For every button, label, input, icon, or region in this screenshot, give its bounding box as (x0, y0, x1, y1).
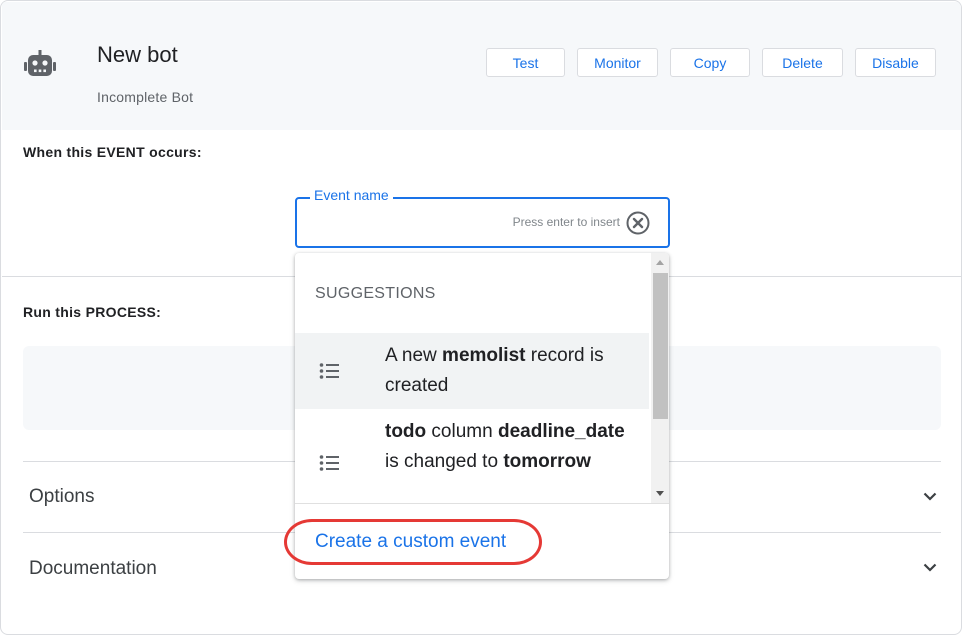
list-icon (319, 455, 339, 471)
suggestion-item[interactable]: todo column deadline_date is changed to … (295, 409, 649, 503)
bot-actions: Test Monitor Copy Delete Disable (486, 48, 936, 77)
event-section-label: When this EVENT occurs: (23, 144, 202, 160)
create-custom-event-link[interactable]: Create a custom event (315, 531, 506, 553)
robot-icon (24, 50, 56, 76)
dropdown-divider (295, 503, 669, 504)
documentation-expander[interactable]: Documentation (29, 558, 157, 580)
delete-button[interactable]: Delete (762, 48, 843, 77)
options-expander[interactable]: Options (29, 486, 94, 508)
chevron-down-icon[interactable] (923, 492, 937, 501)
suggestion-text: A new memolist record is created (385, 345, 604, 396)
dropdown-scrollbar[interactable] (651, 253, 669, 503)
bot-header: New bot Incomplete Bot Test Monitor Copy… (2, 2, 961, 130)
suggestions-heading: SUGGESTIONS (315, 285, 436, 302)
event-suggestions-dropdown: SUGGESTIONS A new memolist record is cre… (295, 253, 669, 579)
input-hint: Press enter to insert (512, 215, 620, 229)
scroll-down-icon[interactable] (656, 491, 664, 496)
suggestion-text: todo column deadline_date is changed to … (385, 421, 625, 472)
disable-button[interactable]: Disable (855, 48, 936, 77)
list-icon (319, 363, 339, 379)
suggestion-item[interactable]: A new memolist record is created (295, 333, 649, 409)
bot-title: New bot (97, 42, 178, 67)
chevron-down-icon[interactable] (923, 563, 937, 572)
event-name-label: Event name (310, 187, 393, 203)
copy-button[interactable]: Copy (670, 48, 750, 77)
monitor-button[interactable]: Monitor (577, 48, 658, 77)
scroll-up-icon[interactable] (656, 260, 664, 265)
process-section-label: Run this PROCESS: (23, 304, 162, 320)
event-name-input[interactable]: Press enter to insert (295, 197, 670, 248)
bot-status: Incomplete Bot (97, 89, 194, 105)
clear-circle-icon[interactable] (626, 211, 650, 235)
test-button[interactable]: Test (486, 48, 565, 77)
scrollbar-thumb[interactable] (653, 273, 668, 419)
bot-editor-panel: New bot Incomplete Bot Test Monitor Copy… (0, 0, 962, 635)
